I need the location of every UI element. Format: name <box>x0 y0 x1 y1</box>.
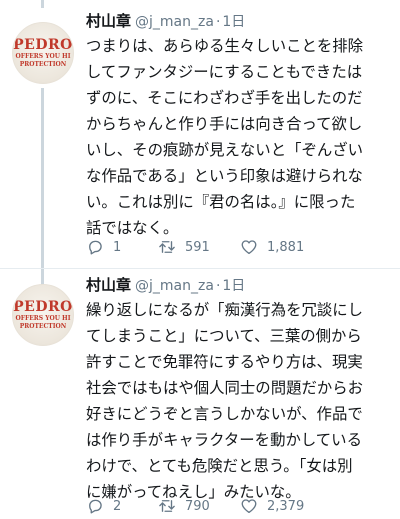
reply-button[interactable]: 1 <box>86 238 158 256</box>
like-count: 1,881 <box>267 239 305 255</box>
tweet[interactable]: PEDRO OFFERS YOU HI PROTECTION 村山章 @j_ma… <box>0 268 400 519</box>
header-separator: · <box>215 14 221 30</box>
like-count: 2,379 <box>267 498 305 514</box>
tweet-header: 村山章 @j_man_za · 1日 <box>86 274 245 294</box>
avatar[interactable]: PEDRO OFFERS YOU HI PROTECTION <box>12 22 74 84</box>
avatar-text-line3: PROTECTION <box>19 60 67 68</box>
display-name[interactable]: 村山章 <box>86 274 131 295</box>
user-handle[interactable]: @j_man_za <box>135 278 214 294</box>
like-icon <box>240 238 258 256</box>
tweet[interactable]: PEDRO OFFERS YOU HI PROTECTION 村山章 @j_ma… <box>0 0 400 268</box>
like-icon <box>240 497 258 515</box>
tweet-header: 村山章 @j_man_za · 1日 <box>86 10 245 30</box>
avatar-text-line1: PEDRO <box>13 298 73 315</box>
reply-icon <box>86 238 104 256</box>
retweet-icon <box>158 497 176 515</box>
tweet-text: 繰り返しになるが「痴漢行為を冗談にし てしまうこと」について、三葉の側から 許す… <box>86 301 364 501</box>
tweet-text: つまりは、あらゆる生々しいことを排除 してファンタジーにすることもできたは ずの… <box>86 37 364 237</box>
display-name[interactable]: 村山章 <box>86 10 131 31</box>
user-handle[interactable]: @j_man_za <box>135 14 214 30</box>
retweet-button[interactable]: 591 <box>158 238 240 256</box>
reply-icon <box>86 497 104 515</box>
retweet-count: 591 <box>185 239 210 255</box>
retweet-count: 790 <box>185 498 210 514</box>
tweet-timestamp[interactable]: 1日 <box>222 275 245 295</box>
like-button[interactable]: 2,379 <box>240 497 340 515</box>
avatar-text-line2: OFFERS YOU HI <box>15 52 71 60</box>
retweet-icon <box>158 238 176 256</box>
tweet-timestamp[interactable]: 1日 <box>222 11 245 31</box>
reply-count: 1 <box>113 239 122 255</box>
header-separator: · <box>215 278 221 294</box>
tweet-actions: 2 790 2,379 <box>86 495 392 517</box>
avatar[interactable]: PEDRO OFFERS YOU HI PROTECTION <box>12 284 74 346</box>
like-button[interactable]: 1,881 <box>240 238 340 256</box>
avatar-text-line3: PROTECTION <box>19 322 67 330</box>
avatar-text-line2: OFFERS YOU HI <box>15 314 71 322</box>
reply-count: 2 <box>113 498 122 514</box>
retweet-button[interactable]: 790 <box>158 497 240 515</box>
avatar-text-line1: PEDRO <box>13 36 73 53</box>
reply-button[interactable]: 2 <box>86 497 158 515</box>
tweet-actions: 1 591 1,881 <box>86 236 392 258</box>
